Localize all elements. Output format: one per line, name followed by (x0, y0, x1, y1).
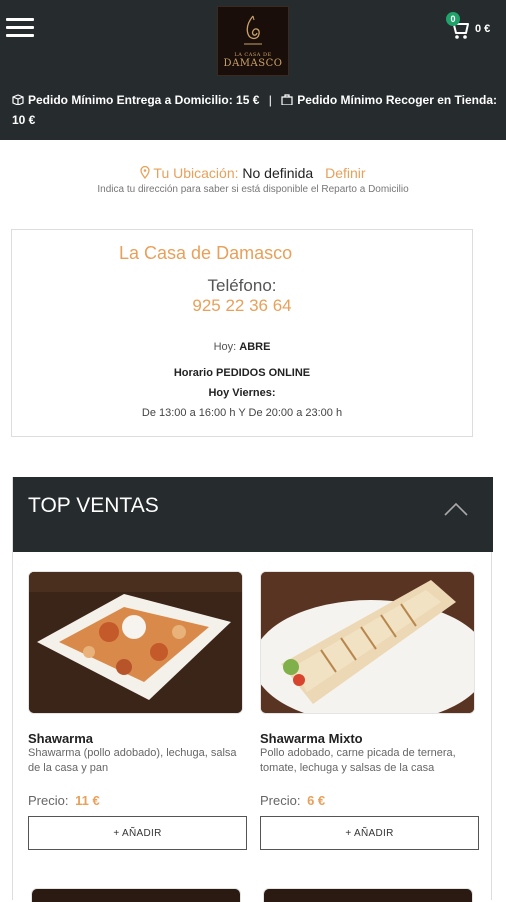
location-line: Tu Ubicación: No definida Definir (0, 165, 506, 181)
shopping-bag-icon (281, 94, 293, 105)
hours-day: Hoy Viernes: (208, 387, 276, 399)
top-header: LA CASA DE DAMASCO 0 0 € Pedido Mínimo E… (0, 0, 506, 140)
product-name: Shawarma Mixto (260, 731, 363, 746)
online-hours-title: Horario PEDIDOS ONLINE (173, 367, 311, 379)
top-sales-section: TOP VENTAS Shawarma Shawarma (pollo adob… (12, 477, 493, 902)
product-image-shawarma-mixto[interactable] (260, 571, 475, 714)
hamburger-menu-button[interactable] (6, 15, 34, 39)
price-amount: 6 € (307, 793, 326, 808)
logo-calligraphy-icon (244, 15, 262, 45)
section-title: TOP VENTAS (28, 494, 159, 517)
restaurant-name: La Casa de Damasco (119, 243, 293, 263)
cart-count-badge: 0 (446, 12, 460, 26)
cart-total: 0 € (475, 23, 491, 35)
hours-range: De 13:00 a 16:00 h Y De 20:00 a 23:00 h (141, 407, 343, 419)
restaurant-logo[interactable]: LA CASA DE DAMASCO (217, 6, 289, 76)
minimum-order-info: Pedido Mínimo Entrega a Domicilio: 15 € … (12, 90, 502, 130)
logo-big-text: DAMASCO (223, 58, 283, 69)
product-image-shawarma[interactable] (28, 571, 243, 714)
add-to-cart-button[interactable]: + AÑADIR (28, 816, 247, 850)
price-label: Precio: (28, 793, 69, 808)
price-label: Precio: (260, 793, 301, 808)
product-description: Pollo adobado, carne picada de ternera, … (260, 747, 456, 774)
product-price: Precio: 11 € (28, 793, 100, 808)
info-separator: | (268, 93, 272, 107)
product-price: Precio: 6 € (260, 793, 325, 808)
phone-number-link[interactable]: 925 22 36 64 (12, 296, 472, 316)
chevron-up-icon[interactable] (443, 501, 469, 517)
restaurant-info-card: La Casa de Damasco Teléfono: 925 22 36 6… (11, 229, 473, 437)
location-hint: Indica tu dirección para saber si está d… (97, 184, 409, 195)
add-to-cart-button[interactable]: + AÑADIR (260, 816, 479, 850)
cart-button[interactable]: 0 0 € (446, 12, 506, 40)
price-amount: 11 € (75, 793, 100, 808)
map-pin-icon (140, 165, 151, 180)
today-open-status: ABRE (239, 341, 271, 353)
location-value: No definida (242, 165, 314, 181)
today-status: Hoy: ABRE (12, 341, 472, 353)
phone-label: Teléfono: (207, 276, 277, 295)
today-label: Hoy: (213, 341, 237, 353)
section-header[interactable]: TOP VENTAS (13, 477, 493, 552)
location-block: Tu Ubicación: No definida Definir Indica… (0, 165, 506, 195)
delivery-minimum-text: Pedido Mínimo Entrega a Domicilio: 15 € (28, 93, 260, 107)
define-location-link[interactable]: Definir (325, 165, 365, 181)
product-description: Shawarma (pollo adobado), lechuga, salsa… (28, 747, 237, 774)
product-name: Shawarma (28, 731, 94, 746)
box-icon (12, 94, 24, 105)
wrap-plate-image (261, 572, 474, 713)
location-label: Tu Ubicación: (153, 165, 239, 181)
shawarma-plate-image (29, 572, 242, 713)
